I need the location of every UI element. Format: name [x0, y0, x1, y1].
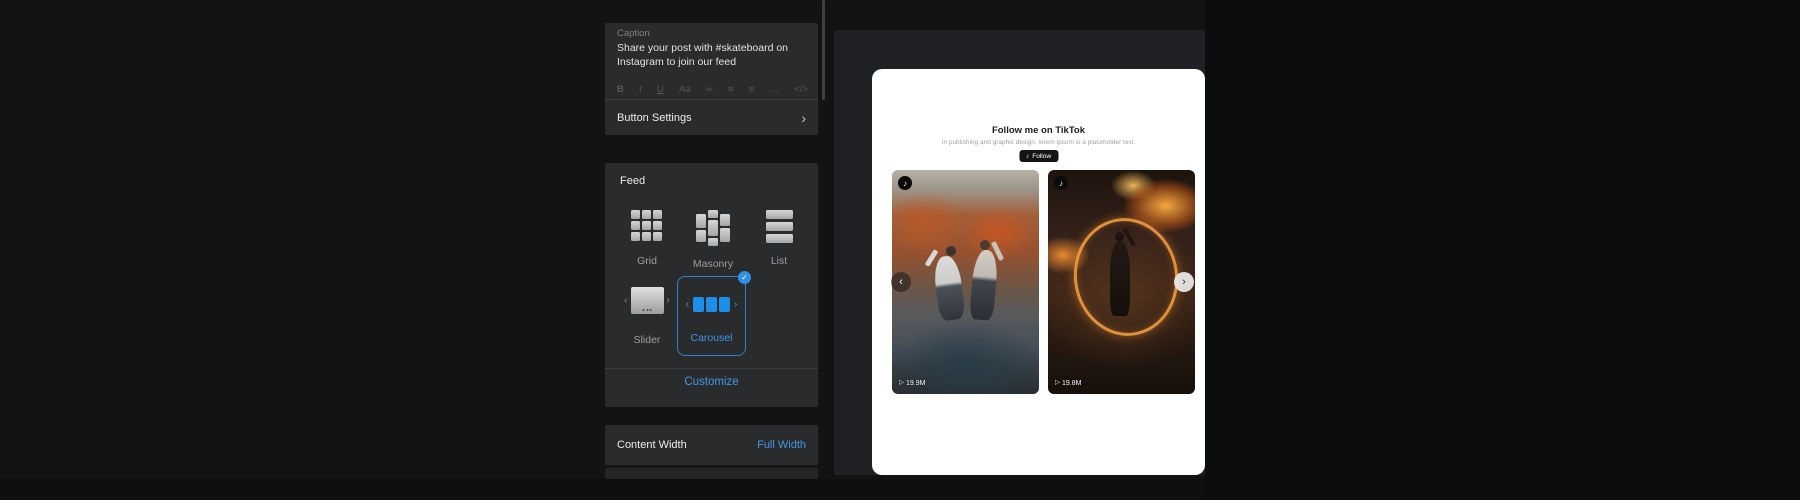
chevron-right-icon: ›	[1182, 275, 1186, 288]
follow-button[interactable]: ♪ Follow	[1018, 150, 1059, 162]
button-settings-label: Button Settings	[617, 111, 692, 124]
views-overlay: ▷ 19.9M	[899, 380, 925, 387]
divider	[605, 368, 818, 369]
carousel-layout-icon: ‹ ›	[678, 297, 745, 312]
chevron-left-icon: ‹	[899, 275, 903, 288]
underline-icon[interactable]: U	[657, 85, 664, 95]
layout-option-label: List	[770, 255, 788, 267]
layout-option-carousel-selected[interactable]: ✓ ‹ › Carousel	[677, 271, 751, 356]
layout-option-label: Masonry	[692, 258, 734, 270]
numbered-list-icon[interactable]: ≡	[749, 85, 755, 95]
play-icon: ▷	[1055, 379, 1060, 387]
widget-subtitle: In publishing and graphic design, lorem …	[941, 139, 1136, 146]
caption-format-toolbar: B I U Aa ∞ ≡ ≡ … </>	[617, 82, 808, 97]
bold-icon[interactable]: B	[617, 85, 624, 95]
layout-option-label: Carousel	[690, 332, 733, 344]
chevron-right-icon: ›	[666, 294, 670, 306]
content-width-label: Content Width	[617, 439, 687, 451]
slider-layout-icon: ‹ ›	[624, 287, 670, 314]
chevron-left-icon: ‹	[624, 294, 628, 306]
chevron-right-icon: ›	[801, 109, 806, 126]
link-icon[interactable]: ∞	[706, 85, 713, 95]
widget-preview-card: Follow me on TikTok In publishing and gr…	[872, 69, 1205, 475]
layout-option-grid[interactable]: Grid	[615, 210, 679, 267]
caption-label: Caption	[617, 28, 650, 39]
sidebar-scrollbar[interactable]	[822, 0, 825, 100]
content-width-row: Content Width Full Width	[605, 425, 818, 465]
layout-option-label: Slider	[633, 334, 661, 346]
play-icon: ▷	[899, 379, 904, 387]
tiktok-logo-icon[interactable]: ♪	[1054, 176, 1068, 190]
caption-section: Caption Share your post with #skateboard…	[605, 23, 818, 135]
chevron-right-icon: ›	[734, 298, 738, 310]
bullet-list-icon[interactable]: ≡	[728, 85, 734, 95]
carousel-prev-button[interactable]: ‹	[891, 272, 911, 292]
caption-text-editor[interactable]: Share your post with #skateboard on Inst…	[617, 41, 795, 69]
page-background-bottom	[0, 479, 1205, 500]
button-settings-row[interactable]: Button Settings ›	[605, 100, 818, 135]
tiktok-logo-icon[interactable]: ♪	[898, 176, 912, 190]
carousel-next-button[interactable]: ›	[1174, 272, 1194, 292]
layout-option-masonry[interactable]: Masonry	[681, 210, 745, 270]
follow-button-label: Follow	[1032, 152, 1052, 160]
selected-check-icon: ✓	[738, 271, 751, 284]
video-thumbnail-dancers	[892, 170, 1039, 394]
code-icon[interactable]: </>	[794, 85, 808, 95]
text-style-icon[interactable]: Aa	[679, 85, 691, 95]
video-card-2[interactable]: ♪ ▷ 19.8M	[1048, 170, 1195, 394]
more-format-icon[interactable]: …	[769, 85, 779, 95]
widget-preview-panel: Follow me on TikTok In publishing and gr…	[834, 30, 1205, 475]
views-count: 19.9M	[906, 380, 926, 387]
grid-layout-icon	[630, 210, 664, 243]
widget-editor: Caption Share your post with #skateboard…	[0, 0, 1800, 500]
customize-link[interactable]: Customize	[605, 376, 818, 388]
page-background-right	[1205, 0, 1800, 500]
feed-section-label: Feed	[620, 175, 646, 187]
list-layout-icon	[765, 210, 793, 243]
chevron-left-icon: ‹	[685, 298, 689, 310]
masonry-layout-icon	[696, 210, 730, 246]
slider-dots	[642, 309, 652, 311]
layout-option-slider[interactable]: ‹ › Slider	[615, 287, 679, 346]
video-card-1[interactable]: ♪ ▷ 19.9M	[892, 170, 1039, 394]
video-thumbnail-fire-performer	[1048, 170, 1195, 394]
feed-section: Feed Grid Masonry List ‹ › Slider ✓ ‹ › …	[605, 163, 818, 407]
widget-title: Follow me on TikTok	[991, 125, 1086, 136]
tiktok-note-icon: ♪	[1025, 152, 1030, 160]
content-width-value[interactable]: Full Width	[757, 439, 806, 451]
italic-icon[interactable]: I	[639, 85, 642, 95]
next-section-partial	[605, 468, 818, 479]
views-overlay: ▷ 19.8M	[1055, 380, 1081, 387]
layout-option-list[interactable]: List	[747, 210, 811, 267]
views-count: 19.8M	[1062, 380, 1082, 387]
layout-option-label: Grid	[637, 255, 657, 267]
